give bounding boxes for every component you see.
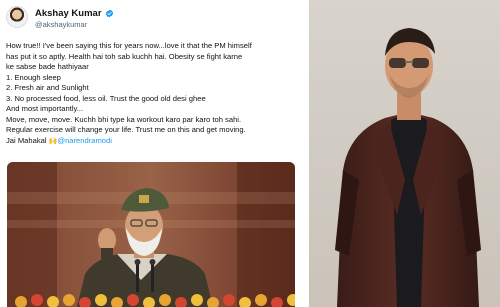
tweet-media-photo[interactable]	[7, 162, 295, 307]
verified-badge-icon	[105, 9, 113, 18]
tweet-header: Akshay Kumar @akshaykumar	[6, 6, 296, 32]
tweet-line: And most importantly...	[6, 104, 84, 113]
tweet-line: 3. No processed food, less oil. Trust th…	[6, 93, 206, 103]
tweet-line-last: Jai Mahakal 🙌@narendramodi	[6, 136, 302, 148]
name-line: Akshay Kumar	[35, 8, 114, 19]
avatar[interactable]	[6, 6, 28, 28]
tweet-line: How true!! I've been saying this for yea…	[6, 41, 252, 50]
tweet-line: 2. Fresh air and Sunlight	[6, 83, 89, 92]
tweet-line: ke sabse bade hathiyaar	[6, 62, 89, 71]
tweet-line: Regular exercise will change your life. …	[6, 125, 246, 134]
handle[interactable]: @akshaykumar	[35, 20, 87, 29]
display-name[interactable]: Akshay Kumar	[35, 8, 102, 19]
man-in-blazer-illustration	[309, 0, 500, 307]
tweet-card[interactable]: Akshay Kumar @akshaykumar How true!! I'v…	[0, 0, 306, 307]
mention-link[interactable]: @narendramodi	[57, 136, 112, 145]
tweet-line: Move, move, move. Kuchh bhi type ka work…	[6, 114, 242, 124]
tweet-line: has put it so aptly. Health hai toh sab …	[6, 51, 243, 61]
tweet-line: 1. Enough sleep	[6, 72, 61, 82]
tweet-text: How true!! I've been saying this for yea…	[6, 41, 302, 147]
closing-text: Jai Mahakal	[6, 135, 49, 145]
speaker-photo-illustration	[7, 162, 295, 307]
portrait-photo	[309, 0, 500, 307]
